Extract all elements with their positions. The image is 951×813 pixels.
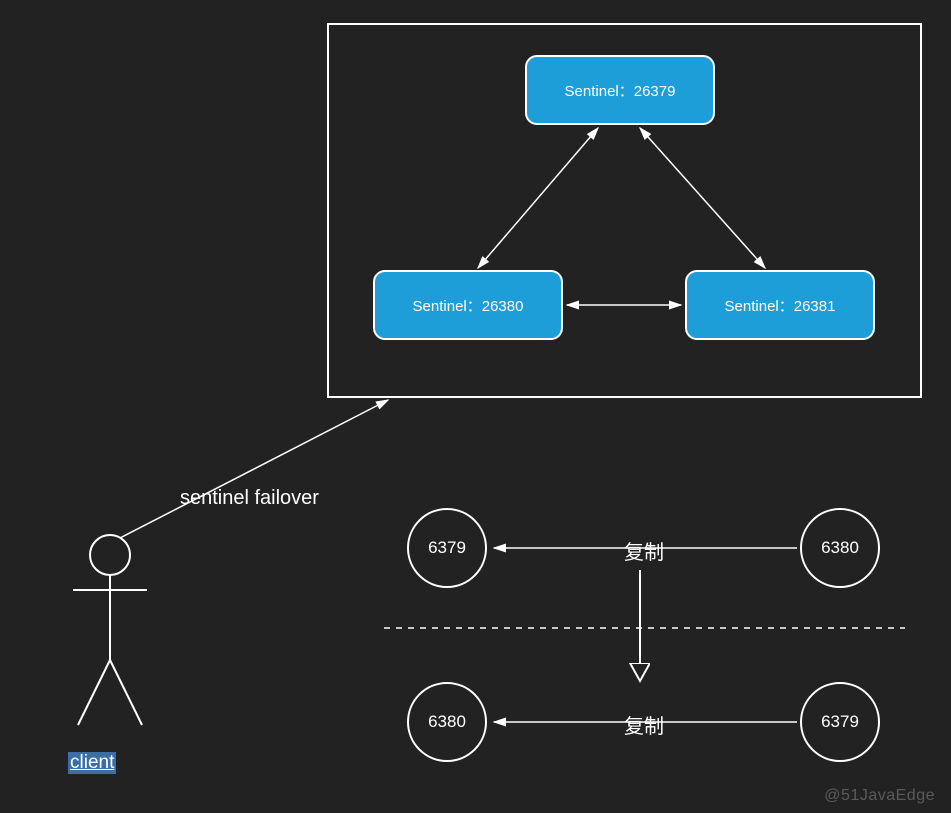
before-slave-node: 6380 xyxy=(800,508,880,588)
failover-label: sentinel failover xyxy=(180,487,319,510)
edge-client-cluster xyxy=(120,400,388,538)
sentinel-node-right: Sentinel：26381 xyxy=(685,270,875,340)
client-actor xyxy=(60,530,160,750)
sentinel-right-label: Sentinel：26381 xyxy=(725,295,836,316)
before-master-label: 6379 xyxy=(428,538,466,558)
sentinel-node-left: Sentinel：26380 xyxy=(373,270,563,340)
client-label: client xyxy=(68,752,116,774)
after-master-label: 6380 xyxy=(428,712,466,732)
sentinel-left-label: Sentinel：26380 xyxy=(413,295,524,316)
after-slave-label: 6379 xyxy=(821,712,859,732)
before-slave-label: 6380 xyxy=(821,538,859,558)
sentinel-top-label: Sentinel：26379 xyxy=(565,80,676,101)
after-slave-node: 6379 xyxy=(800,682,880,762)
sentinel-node-top: Sentinel：26379 xyxy=(525,55,715,125)
before-master-node: 6379 xyxy=(407,508,487,588)
after-master-node: 6380 xyxy=(407,682,487,762)
watermark: @51JavaEdge xyxy=(824,787,935,805)
after-replication-label: 复制 xyxy=(620,710,668,739)
before-replication-label: 复制 xyxy=(620,536,668,565)
diagram-canvas: Sentinel：26379 Sentinel：26380 Sentinel：2… xyxy=(0,0,951,813)
